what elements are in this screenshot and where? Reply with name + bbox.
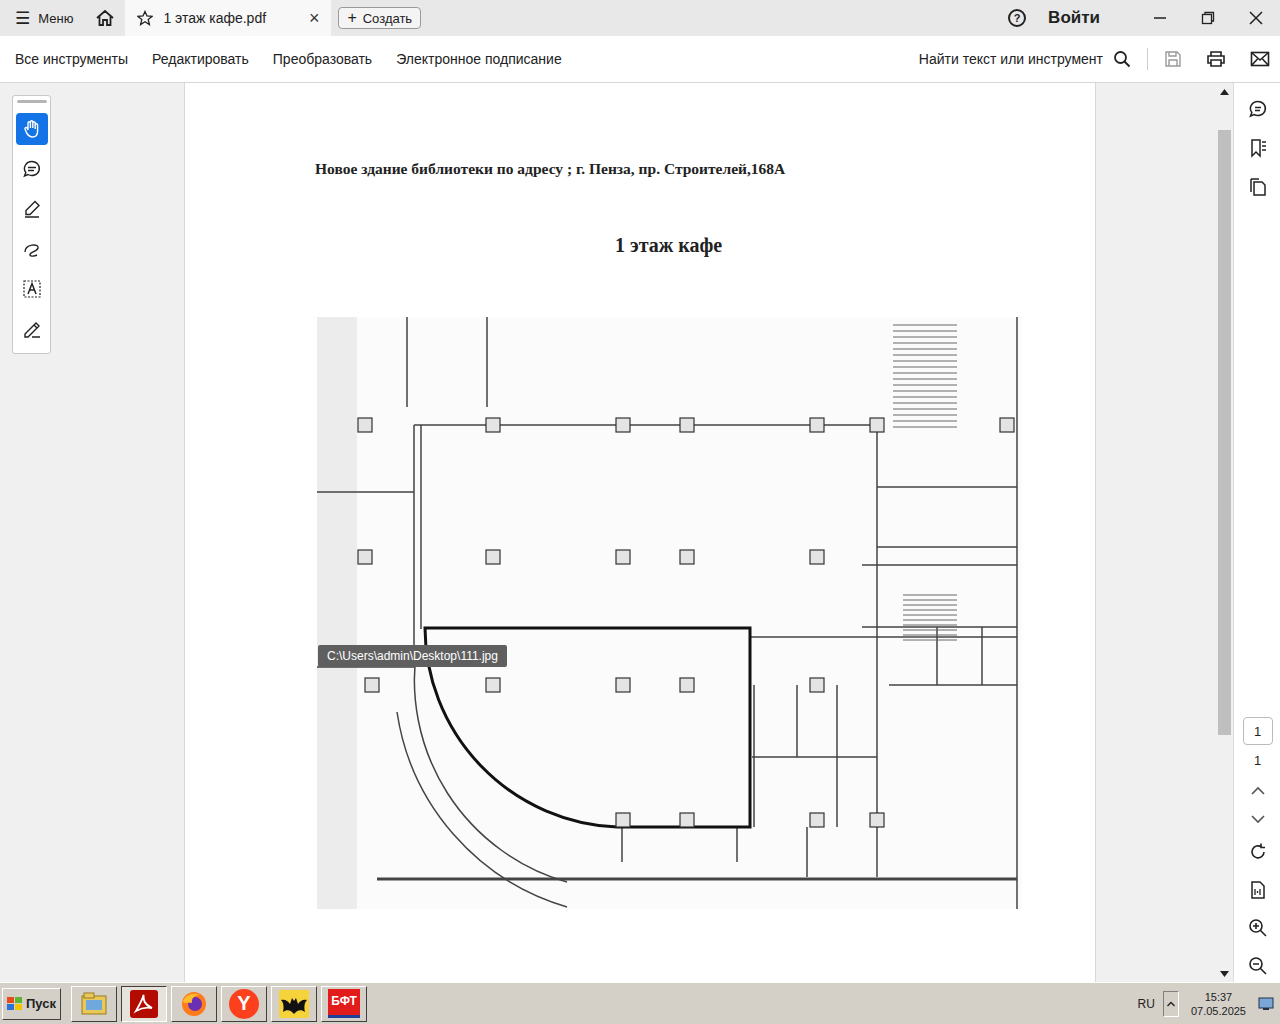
- file-path-tooltip: C:\Users\admin\Desktop\111.jpg: [318, 645, 507, 667]
- minimize-button[interactable]: [1136, 0, 1184, 36]
- arrow-up-icon: [1220, 89, 1229, 95]
- page-total: 1: [1254, 753, 1261, 768]
- taskbar-app[interactable]: [121, 986, 167, 1022]
- file-manager-icon: [80, 991, 108, 1017]
- clock[interactable]: 15:3707.05.2025: [1185, 990, 1252, 1018]
- scroll-track[interactable]: [1216, 100, 1233, 965]
- tool-button[interactable]: [16, 313, 48, 345]
- menu-button[interactable]: ☰ Меню: [0, 8, 85, 29]
- hand-icon: [22, 119, 42, 139]
- page-number-field[interactable]: 1: [1243, 717, 1273, 745]
- comments-panel-icon[interactable]: [1248, 99, 1268, 119]
- palette-handle[interactable]: [17, 100, 47, 103]
- title-bar: ☰ Меню 1 этаж кафе.pdf × + Создать? Войти: [0, 0, 1280, 36]
- home-icon: [95, 9, 115, 27]
- search-icon[interactable]: [1113, 50, 1131, 68]
- chevron-up-icon: [1167, 1001, 1175, 1007]
- tool-button[interactable]: [16, 233, 48, 265]
- search-field[interactable]: Найти текст или инструмент: [919, 51, 1103, 67]
- text-box-icon: [22, 279, 42, 299]
- firefox-icon: [180, 990, 208, 1018]
- acrobat-window: ☰ Меню 1 этаж кафе.pdf × + Создать? Войти Все и…: [0, 0, 1280, 1024]
- close-icon: [1249, 11, 1263, 25]
- bookmark-icon[interactable]: [1248, 138, 1268, 158]
- arrow-down-icon: [1220, 971, 1229, 977]
- toolbar-menu-item[interactable]: Редактировать: [152, 51, 249, 67]
- tool-button[interactable]: [16, 113, 48, 145]
- fit-page-icon[interactable]: [1248, 880, 1268, 900]
- tab-close[interactable]: ×: [309, 8, 320, 29]
- create-label: Создать: [363, 11, 412, 26]
- sign-icon: [22, 319, 42, 339]
- restore-icon: [1201, 11, 1215, 25]
- page-gutter: [1095, 83, 1216, 982]
- start-label: Пуск: [26, 996, 56, 1011]
- freehand-icon: [22, 239, 42, 259]
- language-indicator[interactable]: RU: [1138, 997, 1155, 1011]
- rotate-icon[interactable]: [1248, 842, 1268, 862]
- floor-plan-image[interactable]: [317, 317, 1022, 909]
- comment-icon: [22, 159, 42, 179]
- pdf-page: Новое здание библиотеки по адресу ; г. П…: [185, 83, 1095, 982]
- tool-button[interactable]: [16, 193, 48, 225]
- main-toolbar: Все инструменты Редактировать Преобразоват…: [0, 36, 1280, 83]
- print-icon[interactable]: [1206, 50, 1226, 68]
- highlighter-icon: [22, 199, 42, 219]
- bft-logo: БФТ: [328, 989, 360, 1018]
- show-desktop-icon[interactable]: [1258, 997, 1274, 1011]
- right-rail: 11: [1233, 83, 1280, 982]
- save-icon[interactable]: [1164, 50, 1182, 68]
- tool-button[interactable]: [16, 273, 48, 305]
- zoom-out-icon[interactable]: [1248, 956, 1268, 976]
- mail-icon[interactable]: [1250, 51, 1270, 67]
- scroll-up-button[interactable]: [1216, 83, 1233, 100]
- help-button[interactable]: ?: [1008, 9, 1026, 27]
- document-heading: Новое здание библиотеки по адресу ; г. П…: [315, 160, 1095, 178]
- close-button[interactable]: [1232, 0, 1280, 36]
- left-pane: [0, 83, 185, 982]
- taskbar-app[interactable]: [171, 986, 217, 1022]
- restore-button[interactable]: [1184, 0, 1232, 36]
- windows-logo-icon: [7, 997, 23, 1011]
- taskbar-app[interactable]: БФТ: [321, 986, 367, 1022]
- menu-label: Меню: [38, 11, 73, 26]
- create-button[interactable]: + Создать: [338, 7, 421, 29]
- menu-icon: ☰: [15, 8, 30, 29]
- plus-icon: +: [347, 10, 356, 26]
- acrobat-icon: [130, 990, 158, 1018]
- taskbar: Пуск Y БФТ RU 15:3707.05.2025: [0, 982, 1280, 1024]
- bat-icon: [279, 990, 309, 1018]
- taskbar-app[interactable]: [71, 986, 117, 1022]
- taskbar-app[interactable]: [271, 986, 317, 1022]
- start-button[interactable]: Пуск: [2, 988, 61, 1020]
- toolbar-menu-item[interactable]: Электронное подписание: [396, 51, 562, 67]
- document-tab[interactable]: 1 этаж кафе.pdf ×: [125, 0, 331, 36]
- star-icon[interactable]: [137, 10, 153, 26]
- zoom-in-icon[interactable]: [1248, 918, 1268, 938]
- home-button[interactable]: [85, 9, 125, 27]
- scroll-thumb[interactable]: [1218, 130, 1231, 735]
- clock-date: 07.05.2025: [1191, 1004, 1246, 1018]
- tool-button[interactable]: [16, 153, 48, 185]
- pages-icon[interactable]: [1248, 177, 1268, 197]
- floor-plan-drawing: [317, 317, 1022, 909]
- clock-time: 15:37: [1205, 990, 1233, 1004]
- tab-label: 1 этаж кафе.pdf: [163, 10, 298, 26]
- minimize-icon: [1153, 11, 1167, 25]
- scroll-down-button[interactable]: [1216, 965, 1233, 982]
- previous-page-icon[interactable]: [1251, 786, 1265, 796]
- tool-palette: [12, 95, 51, 354]
- document-title: 1 этаж кафе: [315, 234, 1095, 257]
- yandex-logo: Y: [229, 989, 259, 1019]
- taskbar-app[interactable]: Y: [221, 986, 267, 1022]
- toolbar-menu-item[interactable]: Преобразовать: [273, 51, 372, 67]
- vertical-scrollbar[interactable]: [1216, 83, 1233, 982]
- toolbar-separator: [1147, 48, 1148, 70]
- toolbar-menu-item[interactable]: Все инструменты: [15, 51, 128, 67]
- tray-expand-button[interactable]: [1163, 991, 1179, 1017]
- next-page-icon[interactable]: [1251, 814, 1265, 824]
- workspace: Новое здание библиотеки по адресу ; г. П…: [0, 83, 1280, 982]
- signin-button[interactable]: Войти: [1048, 8, 1100, 28]
